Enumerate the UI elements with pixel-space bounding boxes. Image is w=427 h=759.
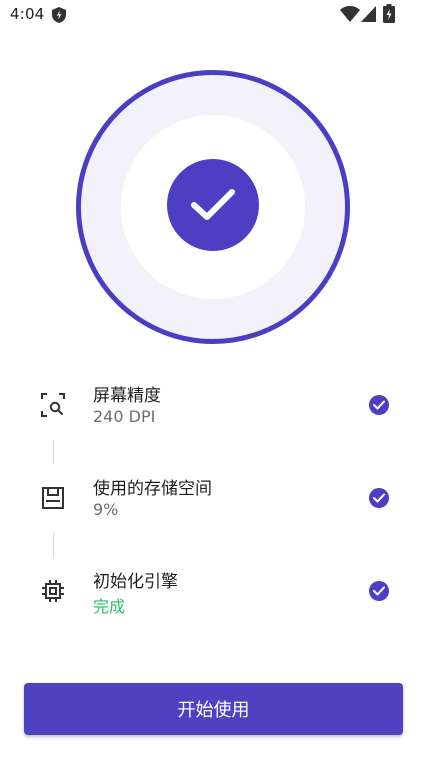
chip-icon bbox=[42, 580, 64, 602]
screen-search-icon bbox=[41, 393, 65, 417]
check-icon bbox=[191, 189, 235, 220]
item-value: 完成 bbox=[93, 597, 126, 616]
completion-check-badge bbox=[167, 159, 259, 251]
wifi-icon bbox=[340, 6, 360, 22]
status-time: 4:04 bbox=[10, 5, 45, 23]
item-title: 初始化引擎 bbox=[93, 572, 178, 592]
status-bar: 4:04 bbox=[0, 0, 427, 30]
checklist-item-screen-density: 屏幕精度 240 DPI bbox=[0, 375, 427, 435]
shield-icon bbox=[52, 7, 66, 23]
check-circle-icon bbox=[369, 581, 389, 601]
check-circle-icon bbox=[369, 488, 389, 508]
step-connector bbox=[53, 440, 54, 464]
item-value: 240 DPI bbox=[93, 407, 156, 426]
item-value: 9% bbox=[93, 500, 119, 519]
checklist-item-init-engine: 初始化引擎 完成 bbox=[0, 561, 427, 621]
checklist-item-storage-used: 使用的存储空间 9% bbox=[0, 468, 427, 528]
signal-icon bbox=[361, 6, 376, 22]
check-circle-icon bbox=[369, 395, 389, 415]
item-title: 屏幕精度 bbox=[93, 386, 161, 406]
step-connector bbox=[53, 533, 54, 557]
item-title: 使用的存储空间 bbox=[93, 479, 212, 499]
completion-indicator bbox=[76, 70, 350, 344]
start-button[interactable]: 开始使用 bbox=[24, 683, 403, 735]
storage-icon bbox=[42, 487, 64, 509]
battery-charging-icon bbox=[383, 4, 395, 23]
